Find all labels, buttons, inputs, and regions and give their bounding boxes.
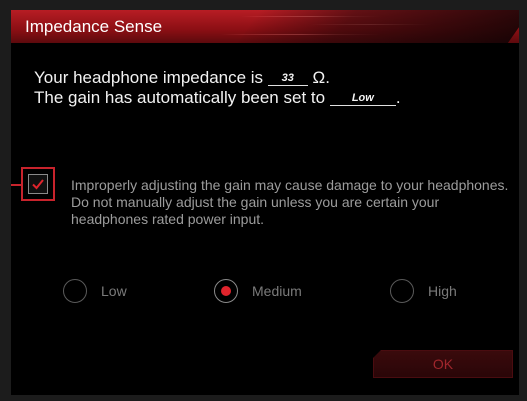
dialog-title: Impedance Sense (25, 17, 163, 36)
impedance-unit: Ω. (312, 68, 330, 87)
checkmark-icon (32, 179, 44, 190)
radio-button-low[interactable] (63, 279, 87, 303)
gain-line: The gain has automatically been set to L… (34, 88, 401, 108)
impedance-line: Your headphone impedance is 33 Ω. (34, 68, 330, 88)
title-bar: Impedance Sense (11, 10, 519, 43)
impedance-prefix: Your headphone impedance is (34, 68, 264, 87)
radio-selected-dot (221, 286, 231, 296)
gain-option-high[interactable]: High (390, 278, 457, 304)
gain-value: Low (329, 92, 396, 106)
ok-button[interactable]: OK (373, 350, 513, 378)
gain-prefix: The gain has automatically been set to (34, 88, 326, 107)
title-bar-decoration (311, 24, 431, 25)
gain-option-label: High (428, 283, 457, 299)
gain-option-label: Medium (252, 283, 302, 299)
manual-gain-checkbox[interactable] (28, 174, 48, 194)
gain-option-label: Low (101, 283, 127, 299)
manual-gain-warning: Improperly adjusting the gain may cause … (71, 177, 509, 227)
gain-radio-group: Low Medium High (11, 278, 519, 304)
gain-suffix: . (395, 88, 401, 107)
gain-option-medium[interactable]: Medium (214, 278, 302, 304)
impedance-value: 33 (267, 72, 308, 86)
title-bar-decoration (241, 16, 381, 17)
title-bar-decoration (221, 34, 381, 35)
gain-option-low[interactable]: Low (63, 278, 127, 304)
callout-pointer (11, 184, 21, 186)
radio-button-high[interactable] (390, 279, 414, 303)
radio-button-medium[interactable] (214, 279, 238, 303)
impedance-sense-dialog: Impedance Sense Your headphone impedance… (11, 10, 519, 395)
